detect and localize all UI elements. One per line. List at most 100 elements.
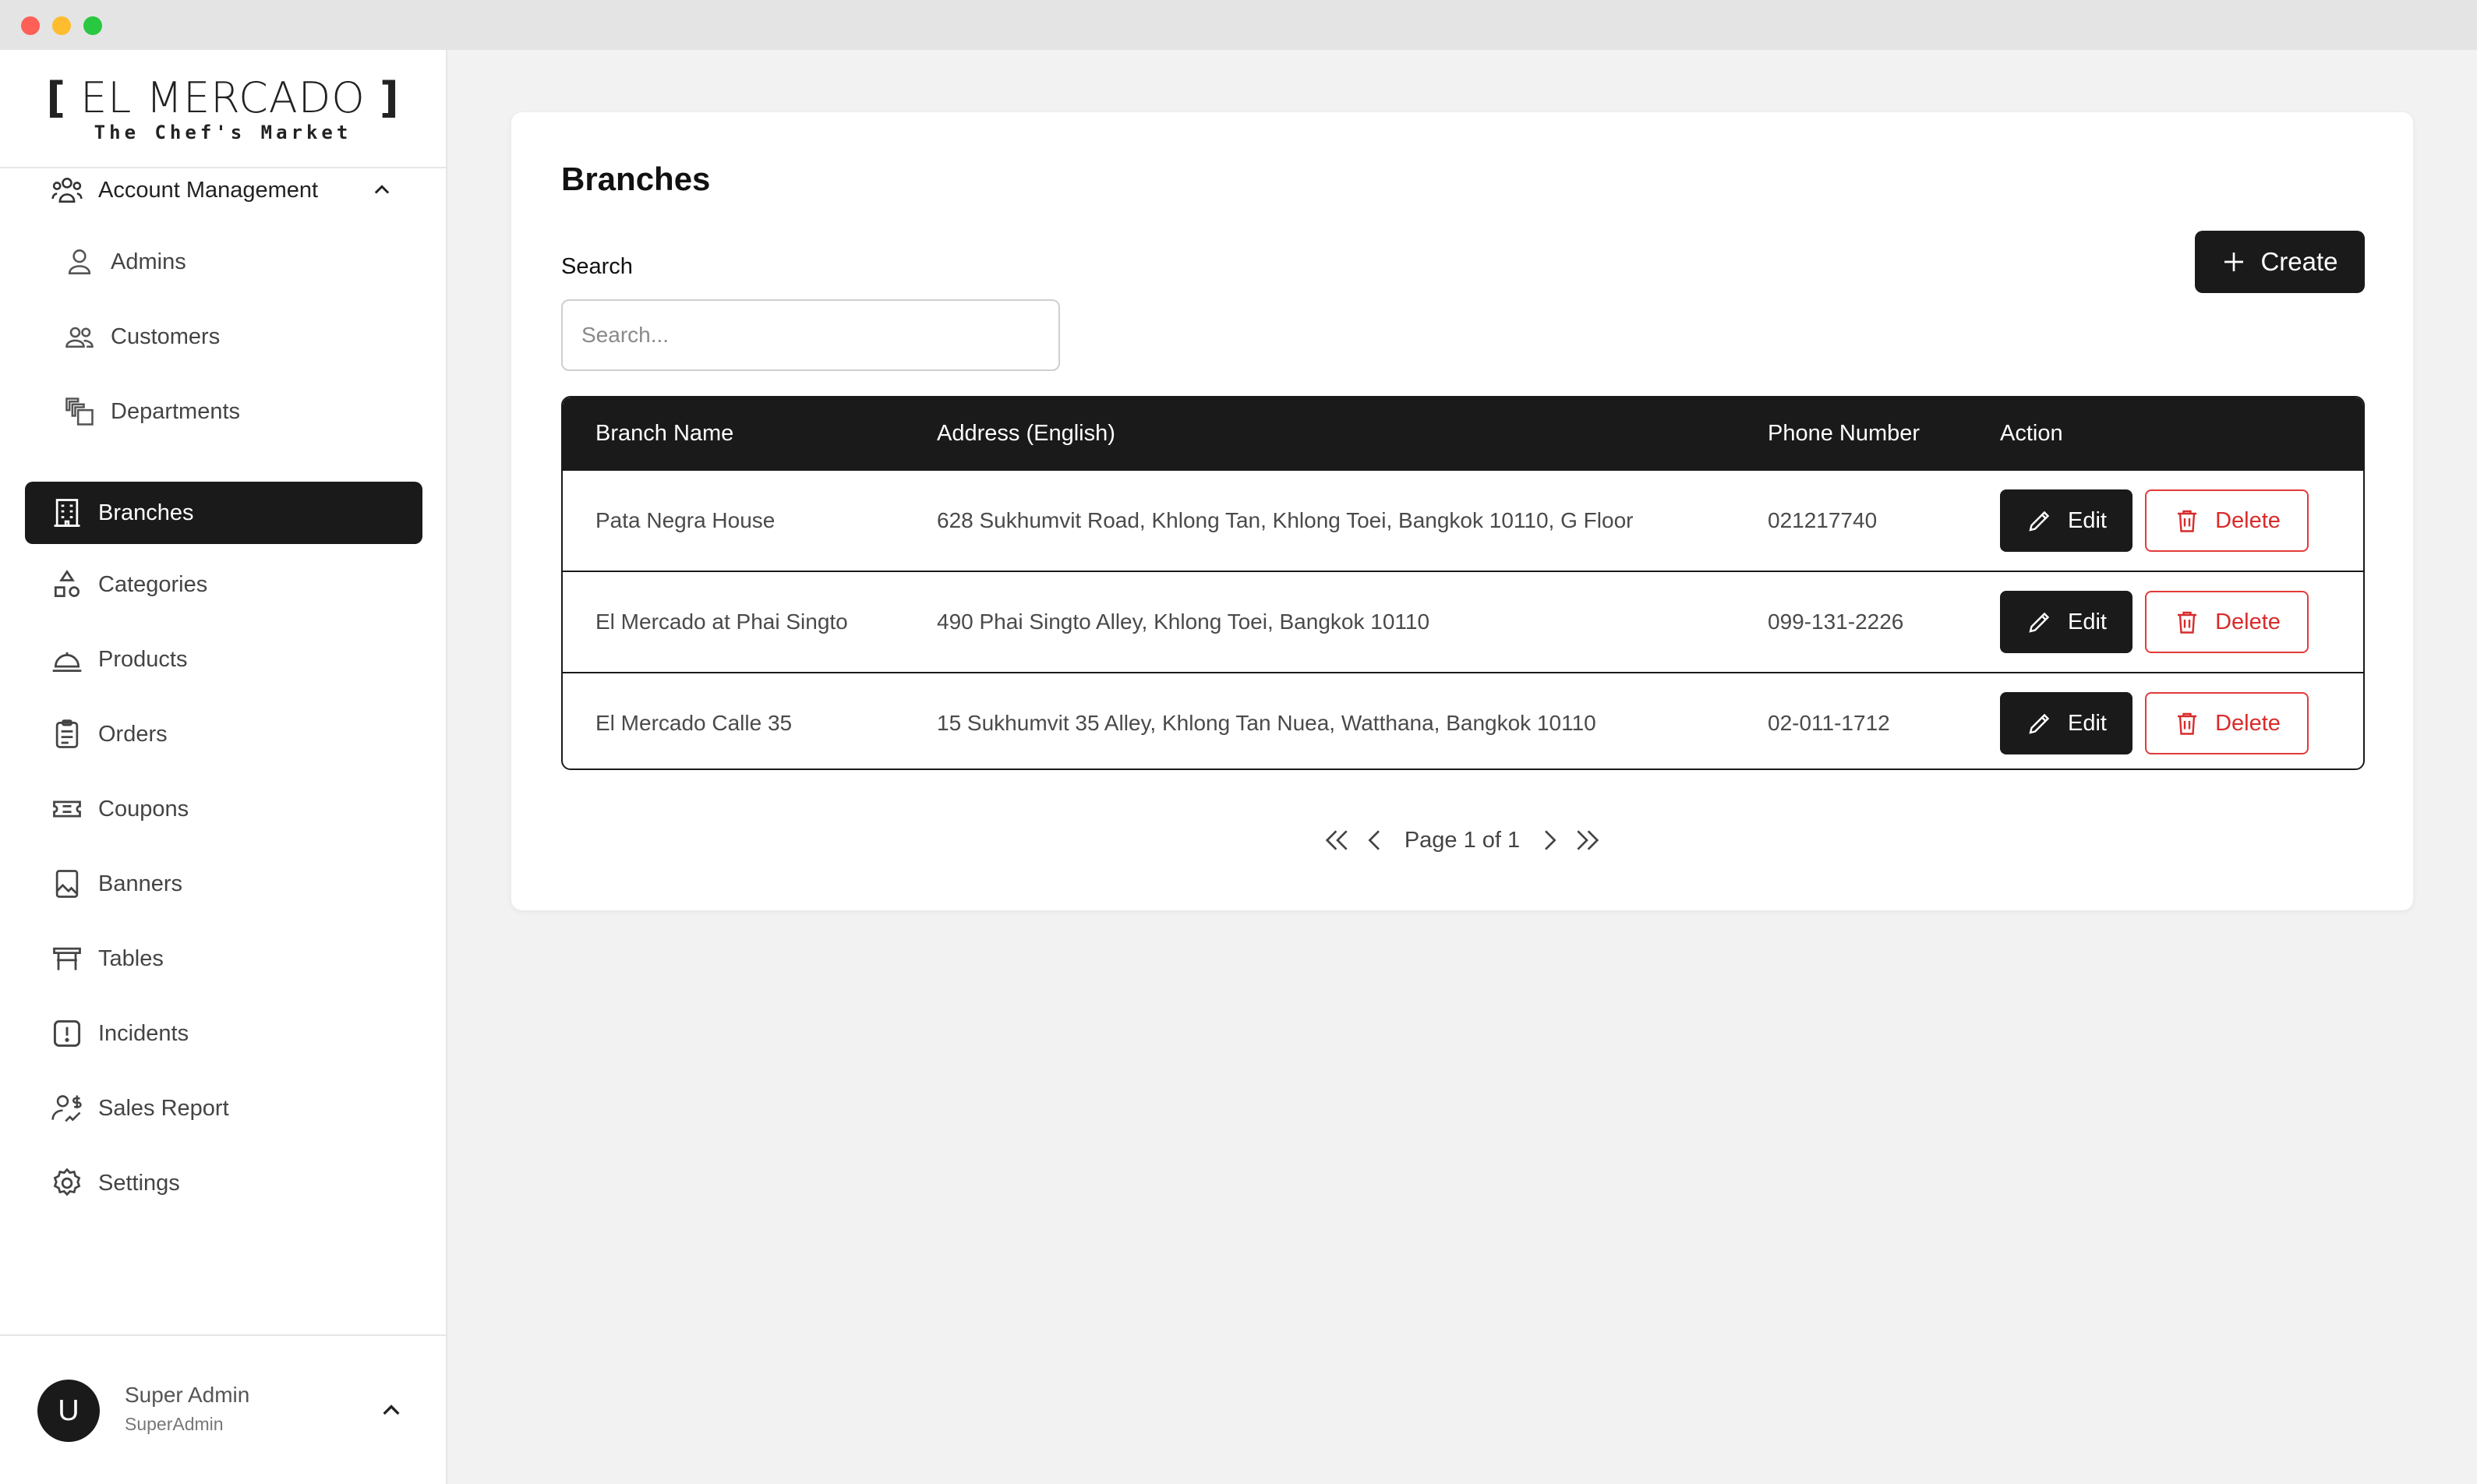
- sidebar-item-departments[interactable]: Departments: [62, 380, 405, 443]
- edit-button[interactable]: Edit: [2000, 591, 2132, 653]
- edit-button[interactable]: Edit: [2000, 489, 2132, 552]
- users-group-icon: [50, 173, 84, 207]
- sidebar-item-label: Incidents: [98, 1020, 189, 1046]
- trash-icon: [2178, 712, 2197, 735]
- sidebar-item-categories[interactable]: Categories: [50, 553, 393, 616]
- sidebar-item-label: Banners: [98, 871, 183, 896]
- table-header: Branch Name Address (English) Phone Numb…: [563, 398, 2363, 469]
- chevron-up-icon[interactable]: [371, 179, 393, 201]
- chevron-right-icon: [1545, 830, 1557, 850]
- table-row: El Mercado Calle 35 15 Sukhumvit 35 Alle…: [563, 672, 2363, 768]
- address-cell: 490 Phai Singto Alley, Khlong Toei, Bang…: [937, 610, 1430, 634]
- cloche-icon: [50, 642, 84, 677]
- building-icon: [50, 496, 84, 530]
- sidebar-item-admins[interactable]: Admins: [62, 231, 405, 293]
- trash-icon: [2178, 611, 2197, 634]
- search-input[interactable]: [561, 299, 1060, 371]
- sidebar-item-label: Orders: [98, 721, 168, 747]
- sidebar-item-coupons[interactable]: Coupons: [50, 778, 393, 840]
- edit-button-label: Edit: [2068, 507, 2107, 533]
- pencil-icon: [2029, 612, 2050, 633]
- delete-button-label: Delete: [2215, 507, 2281, 533]
- sidebar-item-label: Coupons: [98, 796, 189, 822]
- branches-card: Branches Search Create Branch Name Addre…: [511, 112, 2413, 910]
- sidebar-item-orders[interactable]: Orders: [50, 703, 393, 765]
- sidebar-item-label: Products: [98, 646, 188, 672]
- sidebar-item-customers[interactable]: Customers: [62, 306, 405, 368]
- chevron-up-icon[interactable]: [379, 1398, 404, 1423]
- sales-icon: [50, 1091, 84, 1125]
- address-cell: 15 Sukhumvit 35 Alley, Khlong Tan Nuea, …: [937, 711, 1596, 735]
- column-header-action: Action: [2000, 420, 2063, 446]
- search-label: Search: [561, 254, 633, 279]
- avatar: U: [37, 1380, 100, 1442]
- brand-logo[interactable]: [ EL MERCADO ] The Chef's Market: [0, 50, 446, 168]
- brand-tagline: The Chef's Market: [94, 122, 352, 143]
- maximize-window-button[interactable]: [83, 16, 102, 35]
- pencil-icon: [2029, 713, 2050, 734]
- edit-button-label: Edit: [2068, 710, 2107, 736]
- phone-cell: 02-011-1712: [1768, 711, 1890, 735]
- trash-icon: [2178, 510, 2197, 532]
- window-titlebar: [0, 0, 2477, 50]
- create-button[interactable]: Create: [2195, 231, 2365, 293]
- sidebar-item-sales-report[interactable]: Sales Report: [50, 1077, 393, 1140]
- branch-name-cell: El Mercado at Phai Singto: [595, 610, 848, 634]
- chevron-left-icon: [1368, 830, 1380, 850]
- delete-button-label: Delete: [2215, 609, 2281, 634]
- page-title: Branches: [561, 161, 711, 197]
- sidebar-group-label: Account Management: [98, 177, 319, 203]
- close-window-button[interactable]: [21, 16, 40, 35]
- sidebar-item-label: Admins: [111, 249, 186, 274]
- column-header-branch-name[interactable]: Branch Name: [595, 398, 733, 469]
- delete-button-label: Delete: [2215, 710, 2281, 736]
- minimize-window-button[interactable]: [52, 16, 71, 35]
- user-name: Super Admin: [125, 1383, 250, 1407]
- shapes-icon: [50, 567, 84, 602]
- sidebar-item-products[interactable]: Products: [50, 628, 393, 691]
- alert-icon: [50, 1016, 84, 1051]
- last-page-button[interactable]: [1568, 822, 1606, 859]
- gear-icon: [50, 1166, 84, 1200]
- sidebar-group-account-management[interactable]: Account Management: [50, 159, 393, 221]
- pencil-icon: [2029, 511, 2050, 532]
- sidebar-item-label: Settings: [98, 1170, 180, 1196]
- address-cell: 628 Sukhumvit Road, Khlong Tan, Khlong T…: [937, 508, 1634, 532]
- delete-button[interactable]: Delete: [2145, 591, 2309, 653]
- sidebar: [ EL MERCADO ] The Chef's Market Account…: [0, 50, 447, 1484]
- sidebar-item-banners[interactable]: Banners: [50, 853, 393, 915]
- branch-name-cell: Pata Negra House: [595, 508, 776, 532]
- clipboard-icon: [50, 717, 84, 751]
- ticket-icon: [50, 792, 84, 826]
- sidebar-item-label: Departments: [111, 398, 241, 424]
- departments-icon: [62, 394, 97, 429]
- sidebar-item-incidents[interactable]: Incidents: [50, 1002, 393, 1065]
- image-icon: [50, 867, 84, 901]
- column-header-phone[interactable]: Phone Number: [1768, 398, 1920, 469]
- sidebar-item-label: Categories: [98, 571, 208, 597]
- chevrons-left-icon: [1325, 830, 1348, 850]
- users-icon: [62, 320, 97, 354]
- edit-button[interactable]: Edit: [2000, 692, 2132, 754]
- column-header-address[interactable]: Address (English): [937, 398, 1115, 469]
- brand-name: EL MERCADO: [80, 73, 366, 122]
- phone-cell: 099-131-2226: [1768, 610, 1904, 634]
- table-row: Pata Negra House 628 Sukhumvit Road, Khl…: [563, 469, 2363, 571]
- branch-name-cell: El Mercado Calle 35: [595, 711, 793, 735]
- sidebar-item-settings[interactable]: Settings: [50, 1152, 393, 1214]
- branches-table: Branch Name Address (English) Phone Numb…: [561, 396, 2365, 770]
- sidebar-item-tables[interactable]: Tables: [50, 928, 393, 990]
- sidebar-item-label: Branches: [98, 500, 194, 525]
- user-profile[interactable]: U Super Admin SuperAdmin: [0, 1334, 446, 1484]
- edit-button-label: Edit: [2068, 609, 2107, 634]
- plus-icon: [2224, 253, 2244, 271]
- delete-button[interactable]: Delete: [2145, 692, 2309, 754]
- page-indicator: Page 1 of 1: [1404, 827, 1521, 853]
- table-row: El Mercado at Phai Singto 490 Phai Singt…: [563, 571, 2363, 672]
- delete-button[interactable]: Delete: [2145, 489, 2309, 552]
- previous-page-button[interactable]: [1356, 822, 1394, 859]
- sidebar-item-branches[interactable]: Branches: [25, 482, 422, 544]
- first-page-button[interactable]: [1319, 822, 1356, 859]
- user-role: SuperAdmin: [125, 1414, 224, 1434]
- next-page-button[interactable]: [1531, 822, 1568, 859]
